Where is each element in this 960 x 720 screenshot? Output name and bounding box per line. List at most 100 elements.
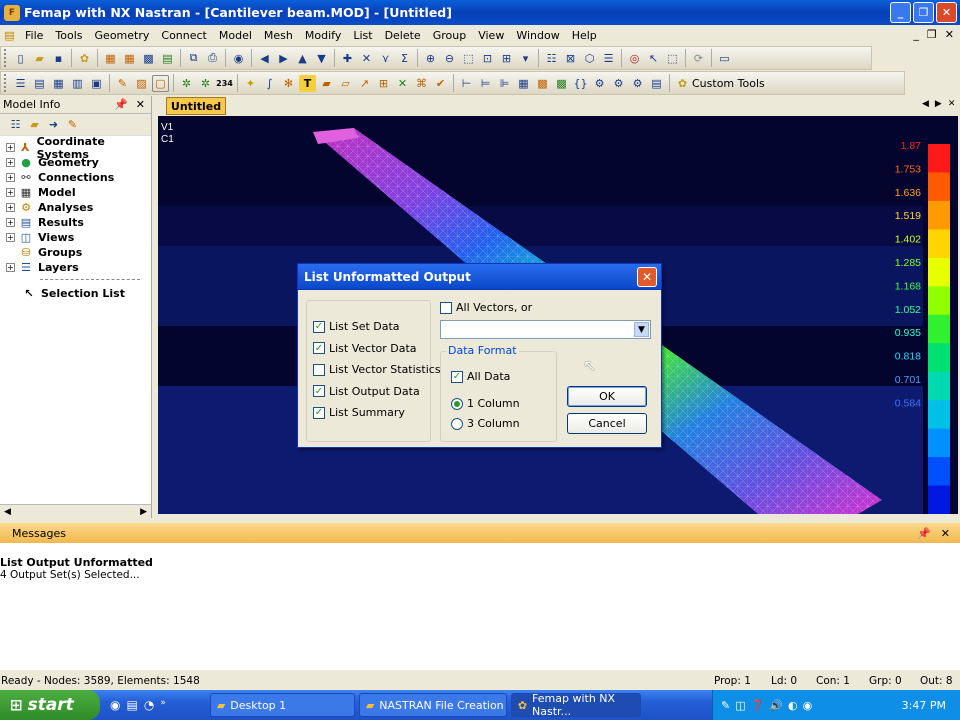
list-icon[interactable]: ▤ (648, 75, 665, 92)
rotate-y-icon[interactable]: ⋎ (377, 50, 394, 67)
mdi-minimize-button[interactable]: _ (913, 28, 919, 41)
arrow-icon[interactable]: ➜ (45, 116, 62, 133)
taskbar-button[interactable]: ▰ Desktop 1 (209, 693, 355, 717)
program-file-icon[interactable]: ▣ (88, 75, 105, 92)
point-icon[interactable]: ↗ (356, 75, 373, 92)
custom-tools-icon[interactable]: ✿ (674, 75, 691, 92)
messages-pane[interactable]: List Output Unformatted 4 Output Set(s) … (0, 543, 960, 670)
checkbox[interactable]: ✓ (313, 342, 325, 354)
rotate-right-icon[interactable]: ▶ (275, 50, 292, 67)
pin-icon[interactable]: 📌 (114, 98, 128, 111)
table-view-icon[interactable]: ▦ (515, 75, 532, 92)
panel-close-icon[interactable]: ✕ (136, 98, 145, 111)
taskbar-button[interactable]: ▰ NASTRAN File Creation (358, 693, 507, 717)
checkbox[interactable]: ✓ (313, 406, 325, 419)
tree-item-layers[interactable]: + ☰ Layers (0, 260, 151, 275)
solid-icon[interactable]: ▰ (318, 75, 335, 92)
document-icon[interactable]: ▤ (1, 27, 18, 44)
text-icon[interactable]: T (299, 74, 316, 92)
all-vectors-checkbox[interactable] (440, 301, 452, 314)
align-icon[interactable]: ⊢ (458, 75, 475, 92)
tree-item-connections[interactable]: + ⚯ Connections (0, 170, 151, 185)
rotate-up-icon[interactable]: ▲ (294, 50, 311, 67)
ie-icon[interactable]: ◉ (110, 698, 120, 712)
checkbox[interactable] (313, 363, 325, 376)
copy-icon[interactable]: ⧉ (185, 50, 202, 67)
expand-icon[interactable]: + (6, 263, 15, 272)
constraint-icon[interactable]: ⌘ (413, 75, 430, 92)
gear-braces-icon[interactable]: ⚙ (591, 75, 608, 92)
taskbar-button[interactable]: ✿ Femap with NX Nastr... (510, 692, 641, 718)
cancel-button[interactable]: Cancel (567, 413, 647, 434)
tree-item-analyses[interactable]: + ⚙ Analyses (0, 200, 151, 215)
option-list-vector-data[interactable]: ✓ List Vector Data (313, 342, 441, 355)
data-surface-icon[interactable]: ▥ (69, 75, 86, 92)
start-button[interactable]: ⊞ start (0, 690, 100, 720)
mdi-close-button[interactable]: ✕ (945, 28, 954, 41)
pane-icon[interactable]: ▢ (152, 74, 169, 92)
expand-icon[interactable]: + (6, 218, 15, 227)
data-table-icon[interactable]: ▦ (50, 75, 67, 92)
meshing-toolbox-icon[interactable]: ✲ (197, 75, 214, 92)
minimize-button[interactable]: _ (890, 2, 911, 23)
select-entity-icon[interactable]: ◎ (626, 50, 643, 67)
all-vectors-option[interactable]: All Vectors, or (440, 301, 532, 314)
rotate-x-icon[interactable]: ✕ (358, 50, 375, 67)
tree-item-groups[interactable]: +⛁Groups (0, 245, 151, 260)
expand-icon[interactable]: + (6, 188, 15, 197)
explorer-icon[interactable]: ▤ (126, 698, 137, 712)
chevron-down-icon[interactable]: ▼ (634, 322, 649, 337)
tab-left-icon[interactable]: ◀ (922, 99, 929, 109)
all-data-checkbox[interactable]: ✓ (451, 370, 463, 383)
scroll-left-icon[interactable]: ◀ (4, 507, 11, 517)
select-pointer-icon[interactable]: ↖ (645, 50, 662, 67)
expand-icon[interactable]: + (6, 203, 15, 212)
option-list-output-data[interactable]: ✓ List Output Data (313, 385, 441, 398)
tray-icons[interactable]: ✎◫❓🔊◐◉ (721, 699, 817, 712)
view-lines-icon[interactable]: ☰ (600, 50, 617, 67)
tree-item-model[interactable]: + ▦ Model (0, 185, 151, 200)
tab-untitled[interactable]: Untitled (166, 97, 226, 115)
check-icon[interactable]: ✔ (432, 75, 449, 92)
rotate-down-icon[interactable]: ▼ (313, 50, 330, 67)
menu-tools[interactable]: Tools (49, 29, 88, 42)
align2-icon[interactable]: ⊨ (477, 75, 494, 92)
menu-view[interactable]: View (472, 29, 510, 42)
folder-icon[interactable]: ▰ (26, 116, 43, 133)
mesh-toolbox-icon[interactable]: ✲ (178, 75, 195, 92)
femap-app-icon[interactable]: F (4, 4, 20, 21)
tree-item-coordinate-systems[interactable]: + ⅄ Coordinate Systems (0, 135, 151, 161)
view-layout-icon[interactable]: ☷ (543, 50, 560, 67)
all-data-option[interactable]: ✓ All Data (451, 370, 510, 383)
rotate-left-icon[interactable]: ◀ (256, 50, 273, 67)
menu-mesh[interactable]: Mesh (258, 29, 299, 42)
checkbox[interactable]: ✓ (313, 320, 325, 333)
edit-icon[interactable]: ✎ (64, 116, 81, 133)
load-icon[interactable]: ✕ (394, 75, 411, 92)
menu-connect[interactable]: Connect (155, 29, 212, 42)
custom-tools-label[interactable]: Custom Tools (692, 77, 765, 90)
zoom-out-icon[interactable]: ⊖ (441, 50, 458, 67)
grid-icon[interactable]: ▩ (140, 50, 157, 67)
scroll-right-icon[interactable]: ▶ (140, 507, 147, 517)
tab-right-icon[interactable]: ▶ (935, 99, 942, 109)
expand-icon[interactable]: + (6, 173, 15, 182)
expand-icon[interactable]: + (6, 158, 15, 167)
menu-modify[interactable]: Modify (299, 29, 347, 42)
expand-icon[interactable]: + (6, 143, 15, 152)
menu-group[interactable]: Group (427, 29, 473, 42)
entity-editor-icon[interactable]: ▤ (31, 75, 48, 92)
curve-icon[interactable]: ∫ (261, 75, 278, 92)
vector-select[interactable]: ▼ (440, 320, 651, 339)
media-icon[interactable]: ◔ (144, 698, 154, 712)
rotate-z-icon[interactable]: Σ (396, 50, 413, 67)
layout2-icon[interactable]: ▦ (121, 50, 138, 67)
option-list-summary[interactable]: ✓ List Summary (313, 406, 441, 419)
close-button[interactable]: ✕ (936, 2, 957, 23)
tree-options-icon[interactable]: ☷ (7, 116, 24, 133)
gear-icon[interactable]: ⚙ (610, 75, 627, 92)
element-icon[interactable]: ⊞ (375, 75, 392, 92)
messages-close-icon[interactable]: ✕ (941, 527, 950, 540)
zoom-all-icon[interactable]: ⊞ (498, 50, 515, 67)
menu-list[interactable]: List (347, 29, 378, 42)
